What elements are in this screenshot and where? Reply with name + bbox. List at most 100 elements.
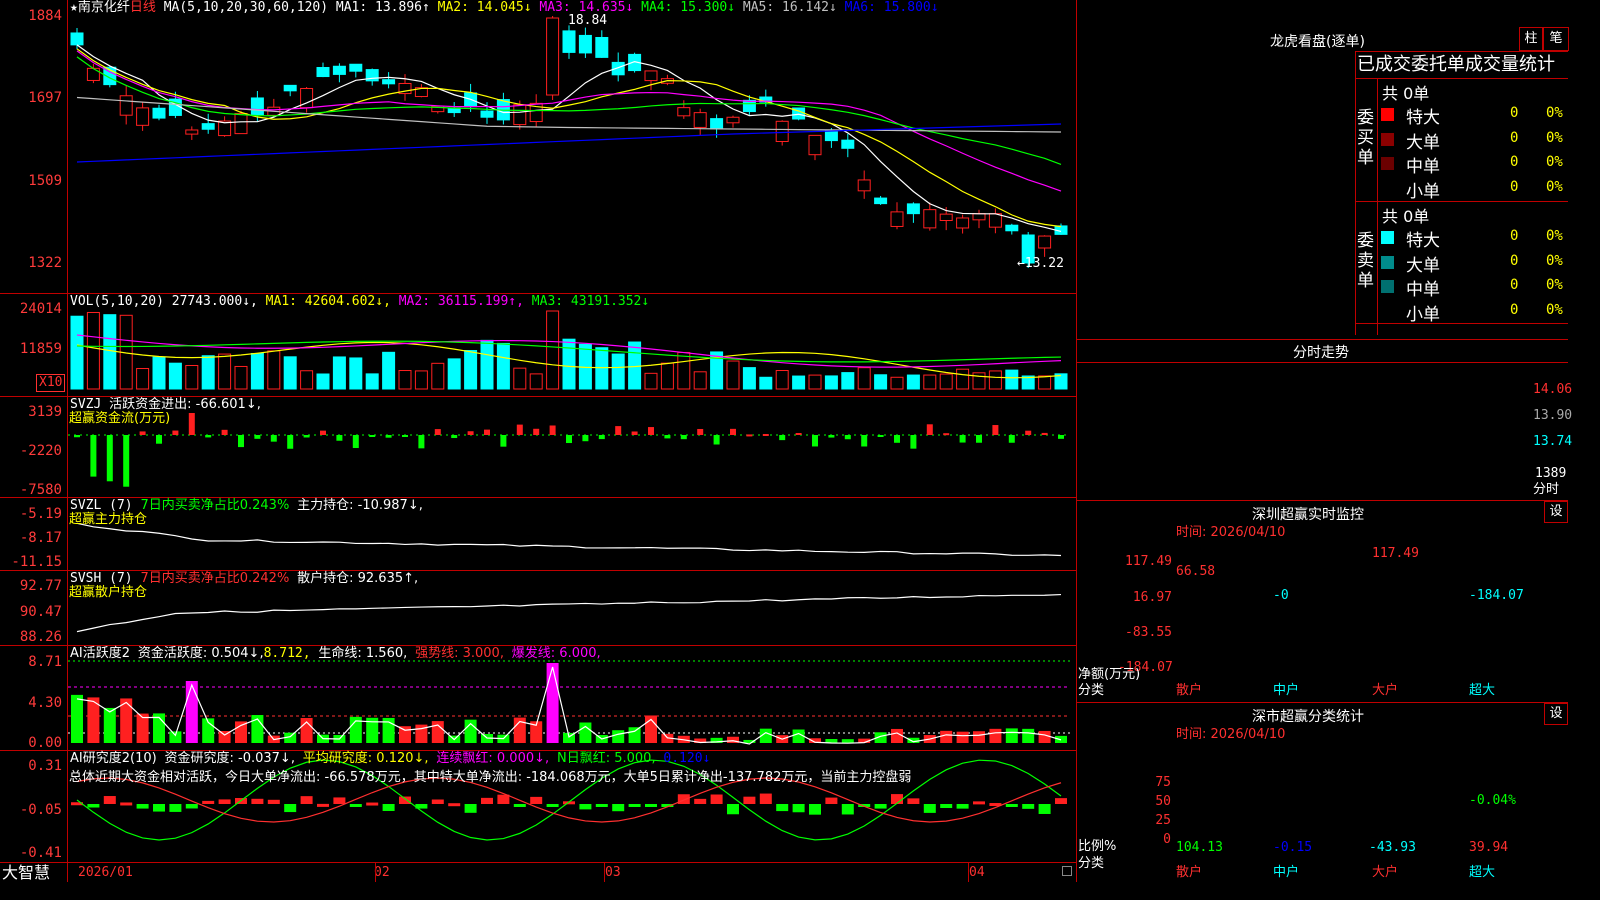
svzj-bar: [992, 425, 999, 435]
ai-research-bar: [841, 804, 854, 815]
lock-icon[interactable]: [1062, 866, 1072, 876]
sz-class-settings-button[interactable]: 设: [1544, 703, 1568, 725]
svzj-bar: [188, 413, 195, 435]
order-row-pct: 0%: [1546, 228, 1563, 244]
volume-bar: [956, 368, 970, 390]
ai-research-bar: [153, 804, 165, 812]
ai-research-bar: [809, 804, 821, 815]
order-row-pct: 0%: [1546, 252, 1563, 269]
ai-active-bar: [169, 731, 182, 743]
ai-research-bar: [530, 796, 543, 804]
dragon-tiger-title: 龙虎看盘(逐单): [1270, 34, 1365, 50]
vol-value: 27743.000↓,: [171, 294, 258, 309]
sz-class-category: 中户: [1273, 865, 1300, 880]
svzj-bar: [484, 429, 490, 435]
candle-body: [710, 118, 724, 130]
candle-body: [1038, 235, 1052, 249]
ai-active-bar: [71, 694, 83, 743]
svzj-bar: [254, 435, 261, 439]
brand-logo[interactable]: 大智慧: [2, 864, 50, 882]
ai-active-bar: [579, 722, 592, 743]
svzj-bar: [795, 432, 802, 435]
ai-research-bar: [136, 804, 149, 809]
volume-bar: [332, 356, 346, 390]
svzl-y-label: -11.15: [11, 554, 62, 570]
ai-research-bar: [612, 804, 625, 812]
candle-body: [185, 129, 199, 135]
intraday-y-label: 13.90: [1533, 408, 1573, 423]
kline-y-label: 1322: [28, 255, 62, 271]
sz-monitor-settings-button[interactable]: 设: [1544, 501, 1568, 523]
stock-name[interactable]: 南京化纤: [78, 0, 130, 15]
svzj-bar: [861, 435, 868, 447]
volume-bar: [201, 355, 215, 390]
volume-bar: [480, 339, 494, 390]
svzl-y-label: -5.19: [19, 506, 62, 522]
svsh-title: SVSH (7): [70, 571, 133, 586]
ai-active-bar: [841, 739, 854, 743]
ma2-line: [76, 48, 1062, 228]
stock-chart-canvas[interactable]: [0, 0, 1076, 882]
ai-active-item: 8.712,: [263, 646, 311, 661]
ai-research-bar: [349, 804, 362, 807]
bar-mode-button[interactable]: 柱: [1519, 27, 1543, 51]
ai-research-bar: [120, 802, 133, 806]
main-right-border: [1076, 0, 1077, 882]
period-label[interactable]: 日线: [130, 0, 156, 15]
ai-research-y-label: -0.41: [19, 845, 62, 861]
svzj-bar: [352, 435, 359, 449]
volume-bar: [447, 358, 461, 390]
volume-bar: [185, 365, 199, 390]
order-row-pct: 0%: [1546, 105, 1563, 121]
ai-active-bar: [103, 707, 116, 743]
ai-research-bar: [267, 799, 280, 804]
vol-ma3: MA3: 43191.352↓: [531, 294, 650, 309]
order-row-pct: 0%: [1546, 178, 1563, 195]
order-color-swatch: [1381, 280, 1394, 293]
ma-params: MA(5,10,20,30,60,120): [163, 0, 329, 15]
svzj-bar: [1041, 432, 1048, 435]
vol-title: VOL(5,10,20): [70, 294, 164, 309]
sz-monitor-axis-label: 净额(万元): [1078, 667, 1141, 682]
ai-active-item: 生命线: 1.560,: [318, 646, 408, 661]
order-row-value: 0: [1510, 105, 1519, 121]
ai-active-bar: [431, 721, 444, 743]
svzj-bar: [369, 435, 376, 437]
svzj-y-label: 3139: [28, 404, 62, 420]
ai-active-bar: [940, 730, 953, 743]
svzj-bar: [713, 435, 720, 445]
candle-body: [70, 32, 84, 46]
volume-bar: [168, 362, 182, 390]
sz-monitor-top: [1076, 500, 1568, 501]
order-color-swatch: [1381, 132, 1394, 146]
order-row-name: 大单: [1406, 132, 1440, 153]
ai-research-bar: [202, 800, 215, 804]
sz-monitor-value-label: -0: [1273, 588, 1289, 603]
candle-body: [956, 217, 970, 229]
ai-active-bar: [612, 730, 625, 743]
svsh-subtitle: 超赢散户持仓: [69, 585, 148, 600]
kline-header: ★南京化纤日线 MA(5,10,20,30,60,120) MA1: 13.89…: [70, 1, 939, 15]
order-color-swatch: [1381, 304, 1394, 318]
svzj-bar: [205, 435, 212, 438]
order-row-value: 0: [1510, 154, 1519, 170]
ai-research-bar: [710, 794, 723, 804]
volume-bar: [136, 368, 150, 390]
ai-research-item: 资金研究度: -0.037↓,: [164, 751, 295, 766]
vol-header: VOL(5,10,20) 27743.000↓, MA1: 42604.602↓…: [70, 295, 649, 309]
vol-unit-badge[interactable]: X10: [36, 374, 66, 392]
x-axis-tick: [604, 863, 605, 882]
svzj-bar: [106, 435, 113, 482]
ai-active-bar: [956, 731, 969, 743]
svzj-bar: [123, 435, 130, 487]
svzj-bar: [221, 429, 228, 435]
candle-body: [86, 67, 100, 81]
sell-side-label: 委卖单: [1357, 231, 1374, 291]
svzj-y-label: -7580: [19, 482, 62, 498]
candle-body: [742, 99, 756, 113]
sz-class-y-label: 75: [1155, 775, 1171, 790]
favorite-star-icon[interactable]: ★: [70, 0, 78, 15]
pen-mode-button[interactable]: 笔: [1543, 27, 1569, 51]
order-color-swatch: [1381, 157, 1394, 170]
x-axis-label: 02: [374, 865, 390, 880]
